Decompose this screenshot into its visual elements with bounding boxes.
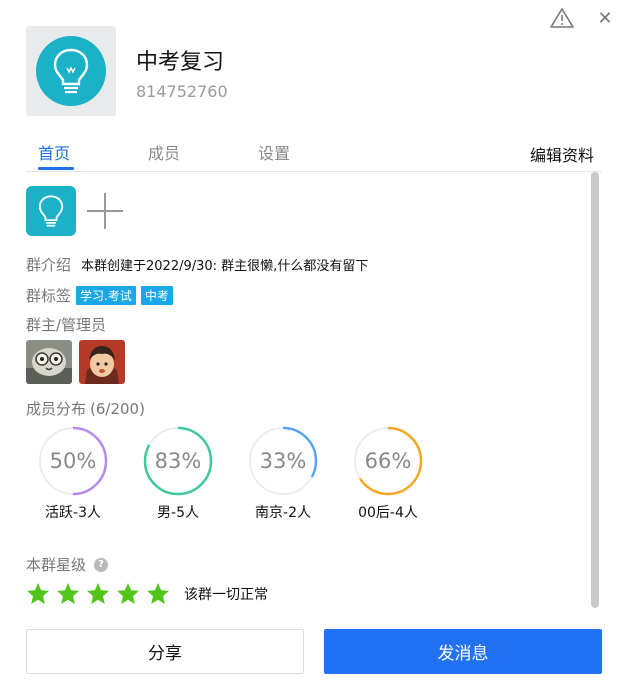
member-count: (6/200) — [90, 399, 145, 418]
group-name: 中考复习 — [136, 50, 225, 75]
admin-avatar-cat[interactable] — [26, 340, 72, 384]
active-tab-indicator — [38, 167, 74, 170]
stat-percent: 66% — [364, 449, 412, 473]
stat-label: 南京-2人 — [255, 505, 311, 521]
distribution-label: 成员分布 — [26, 400, 87, 418]
stat-percent: 50% — [49, 449, 97, 473]
add-photo-button[interactable] — [82, 188, 128, 234]
admins-row: 群主/管理员 — [26, 314, 106, 335]
intro-text: 本群创建于2022/9/30: 群主很懒,什么都没有留下 — [81, 259, 369, 274]
share-button[interactable]: 分享 — [26, 629, 304, 674]
intro-row: 群介绍 本群创建于2022/9/30: 群主很懒,什么都没有留下 — [26, 254, 368, 275]
close-icon: ✕ — [597, 7, 613, 29]
tab-bar: 首页 成员 设置 编辑资料 — [26, 138, 602, 172]
send-message-button[interactable]: 发消息 — [324, 629, 602, 674]
group-avatar — [26, 26, 116, 116]
star-icon — [147, 583, 169, 604]
admins-label: 群主/管理员 — [26, 316, 107, 334]
distribution-stats: 50% 活跃-3人 83% 男-5人 33% 南京-2人 66% 00后-4人 — [38, 426, 423, 522]
home-content: 群介绍 本群创建于2022/9/30: 群主很懒,什么都没有留下 群标签 学习.… — [26, 182, 588, 606]
stat-active: 50% 活跃-3人 — [38, 426, 108, 522]
stat-label: 男-5人 — [157, 505, 199, 521]
star-icon — [57, 583, 79, 604]
help-icon[interactable]: ? — [94, 557, 109, 572]
intro-label: 群介绍 — [26, 256, 72, 274]
tag-zhongkao[interactable]: 中考 — [140, 286, 173, 305]
tab-settings[interactable]: 设置 — [258, 140, 290, 164]
rating-label: 本群星级 — [26, 556, 87, 574]
close-button[interactable]: ✕ — [596, 6, 614, 30]
report-warning-button[interactable] — [548, 6, 576, 30]
star-icon — [87, 583, 109, 604]
stat-percent: 33% — [259, 449, 307, 473]
stat-male: 83% 男-5人 — [143, 426, 213, 522]
tags-label: 群标签 — [26, 287, 72, 305]
tags-row: 群标签 学习.考试 中考 — [26, 285, 173, 306]
stat-label: 00后-4人 — [358, 505, 418, 521]
distribution-row: 成员分布 (6/200) — [26, 398, 145, 419]
stat-post00: 66% 00后-4人 — [353, 426, 423, 522]
warning-icon — [550, 8, 574, 28]
lightbulb-icon — [36, 36, 106, 106]
edit-profile-link[interactable]: 编辑资料 — [530, 142, 594, 166]
star-icon — [27, 583, 49, 604]
admin-list — [26, 340, 125, 384]
stat-nanjing: 33% 南京-2人 — [248, 426, 318, 522]
star-rating: 该群一切正常 — [26, 582, 268, 606]
tag-study-exam[interactable]: 学习.考试 — [76, 286, 136, 305]
plus-icon — [87, 193, 123, 229]
rating-note: 该群一切正常 — [184, 587, 268, 603]
star-icon — [117, 583, 139, 604]
lightbulb-icon[interactable] — [26, 186, 76, 236]
rating-row: 本群星级 ? — [26, 554, 109, 575]
group-id: 814752760 — [136, 82, 228, 101]
tab-home[interactable]: 首页 — [38, 140, 70, 164]
tab-members[interactable]: 成员 — [148, 140, 180, 164]
content-scrollbar[interactable] — [591, 172, 599, 608]
admin-avatar-boy[interactable] — [79, 340, 125, 384]
stat-label: 活跃-3人 — [45, 505, 101, 521]
stat-percent: 83% — [154, 449, 202, 473]
group-icons-row — [26, 186, 128, 236]
